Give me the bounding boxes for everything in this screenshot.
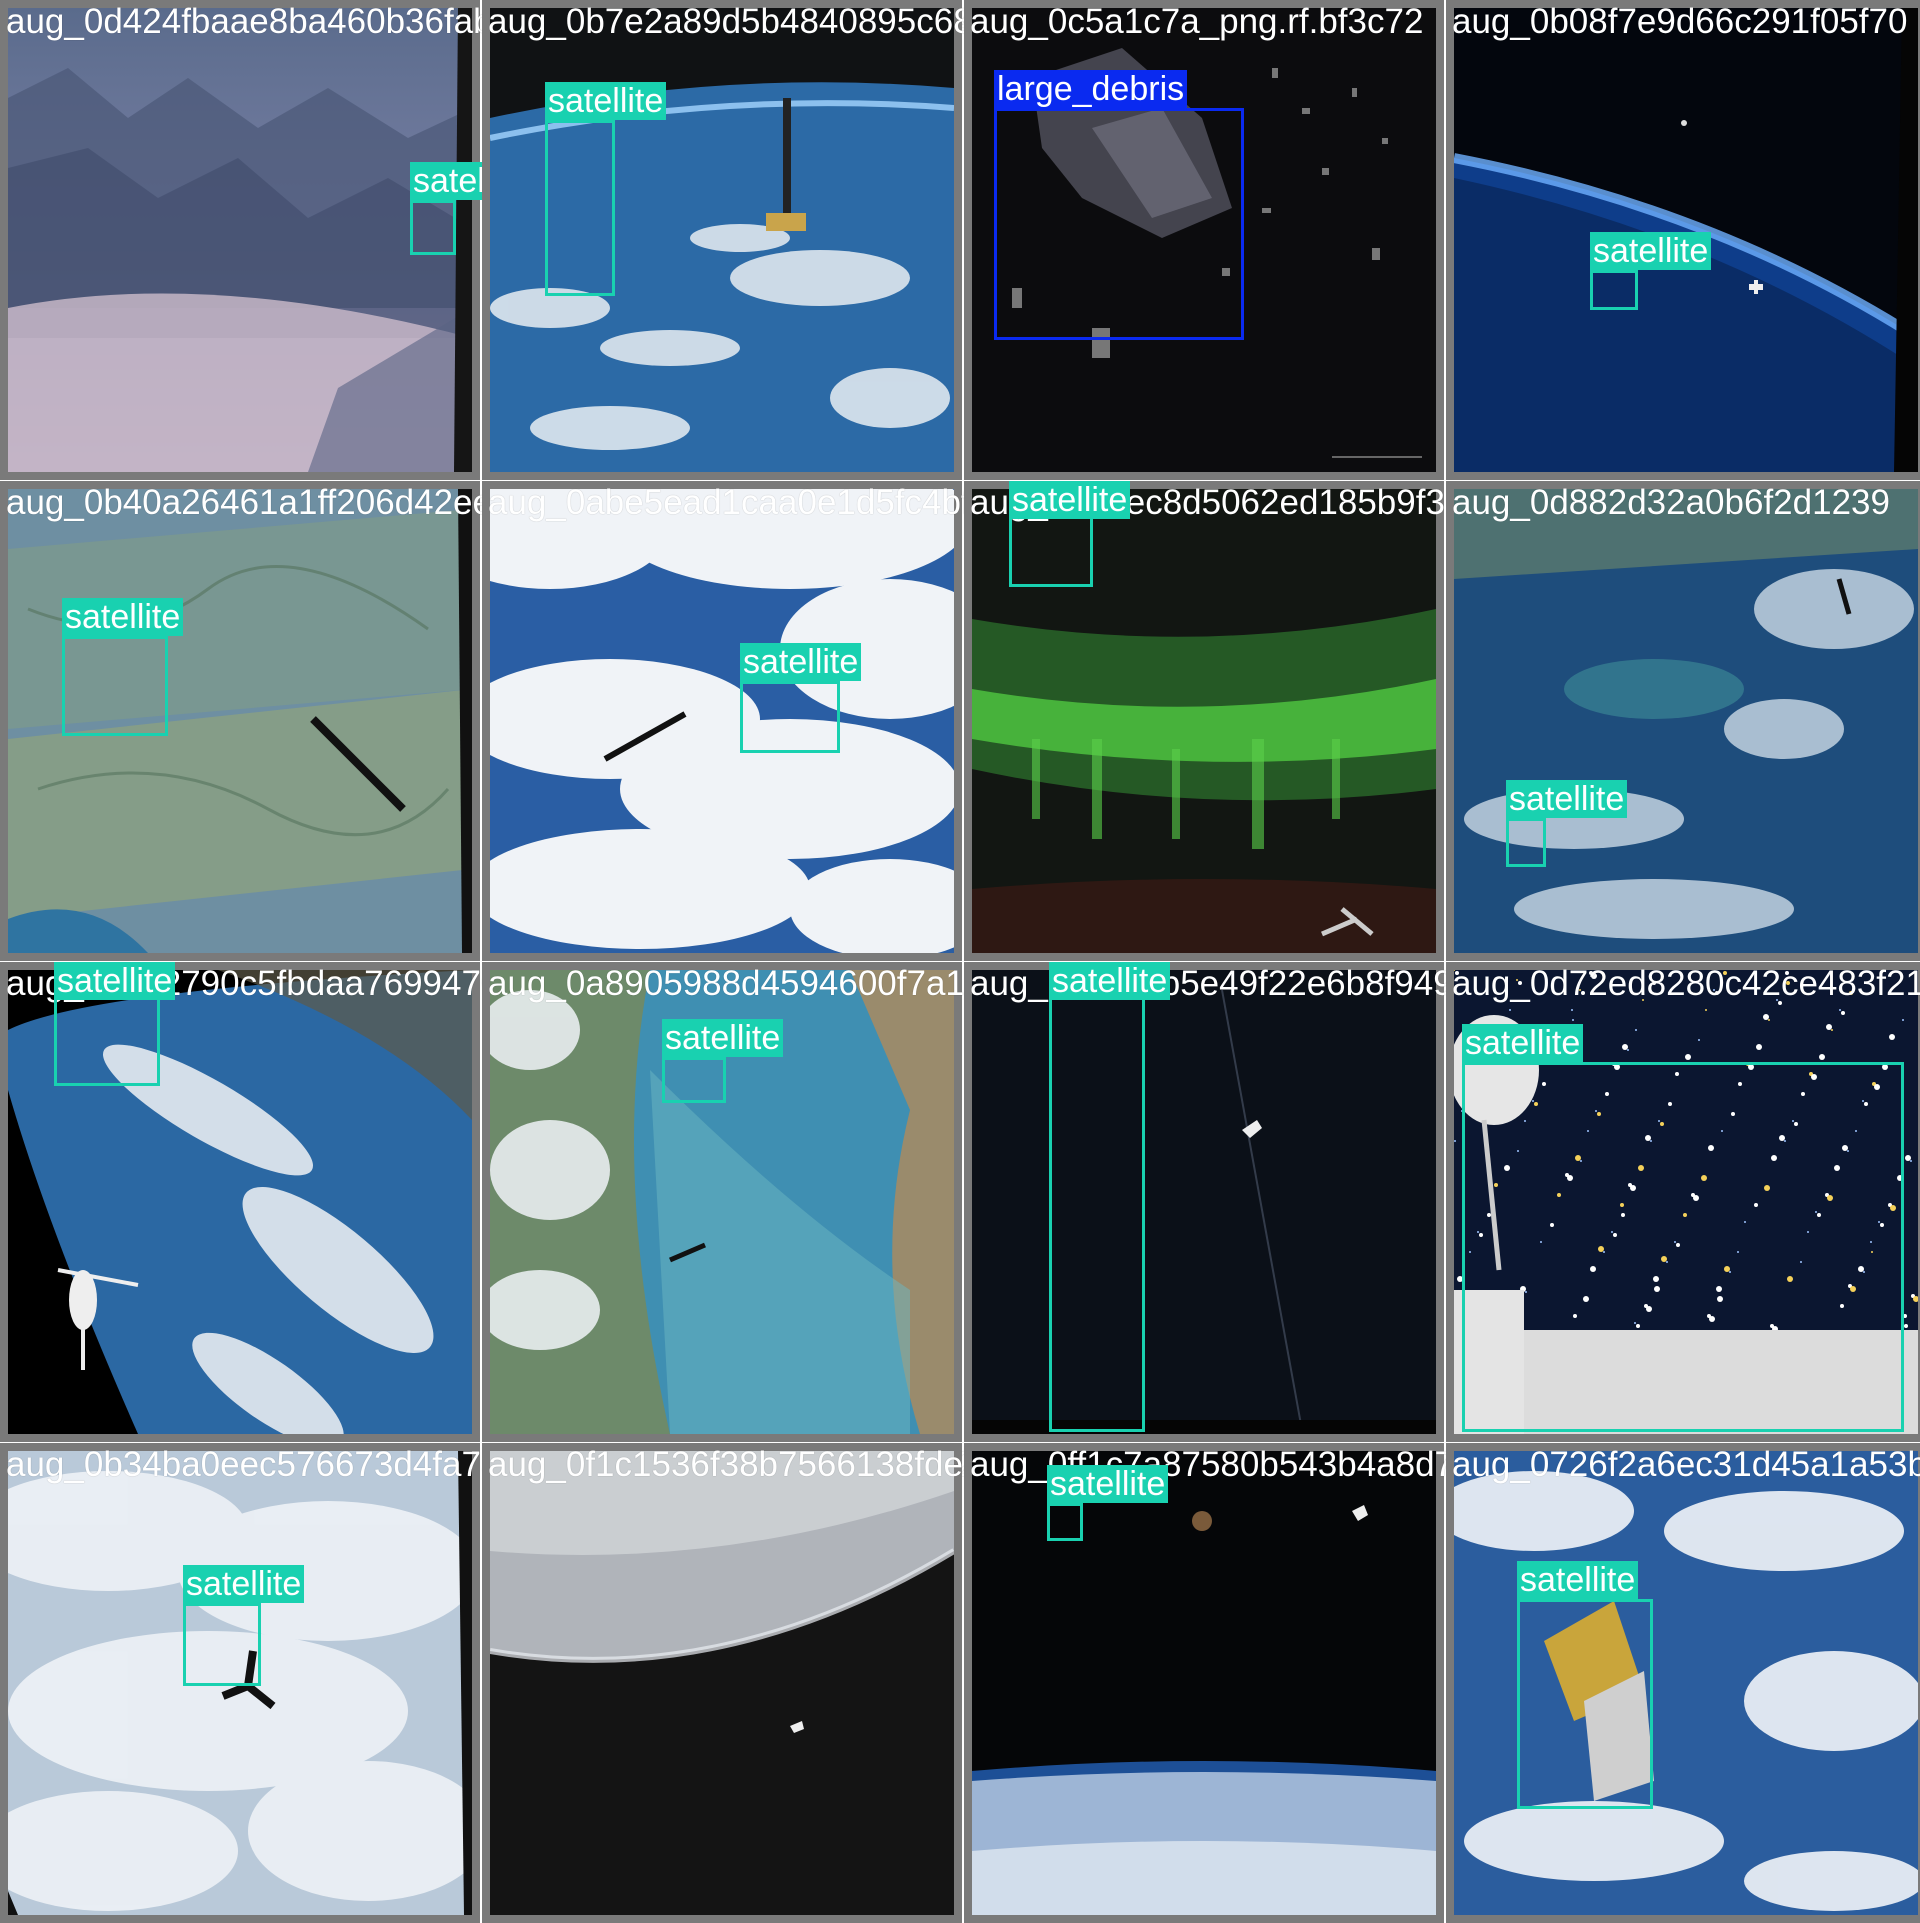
tile-photo — [490, 489, 954, 953]
bounding-box-label: satellite — [183, 1565, 305, 1603]
image-tile: aug_0b40a26461a1ff206d42eeb1abe5ead1caa0… — [0, 481, 887, 961]
image-tile: aug_0b7e2a89d5b4840895c687bb1643541c5.PN… — [482, 0, 1346, 480]
image-tile: aug_0b5e2790c5fbdaa7699470d0a8905988d459… — [0, 962, 880, 1442]
tile-frame — [0, 1443, 480, 1923]
image-tile: aug_0f1c1536f38b7566138fde802f9ff1c7a875… — [482, 1443, 1359, 1923]
image-tile: aug_0b08f7e9d66c291f05f70 satellite — [1446, 0, 1920, 480]
tile-photo — [8, 1451, 472, 1915]
tile-frame — [0, 0, 480, 480]
image-tile: aug_0a7bec8d5062ed185b9f397d882d32a0b6f2… — [964, 481, 1825, 961]
tile-photo — [8, 489, 472, 953]
tile-photo — [972, 1451, 1436, 1915]
image-tile: aug_0d882d32a0b6f2d1239 satellite — [1446, 481, 1920, 961]
bounding-box-label: satellite — [1049, 962, 1171, 1000]
tile-frame — [1446, 481, 1920, 961]
tile-photo — [8, 970, 472, 1434]
tile-frame — [1446, 1443, 1920, 1923]
bounding-box-label: satellite — [1517, 1561, 1639, 1599]
image-tile: aug_0c5a1c7a_png.rf.bf3c72 large_debris — [964, 0, 1444, 480]
tile-frame — [482, 481, 962, 961]
bounding-box-label: satellite — [1462, 1024, 1584, 1062]
image-tile: aug_0d72ed8280c42ce483f213 satellite — [1446, 962, 1920, 1442]
tile-photo — [972, 489, 1436, 953]
tile-photo — [8, 8, 472, 472]
bounding-box-label: satellite — [662, 1019, 784, 1057]
tile-frame — [0, 481, 480, 961]
image-tile: aug_0726f2a6ec31d45a1a53b satellite — [1446, 1443, 1920, 1923]
image-tile: aug_0d424fbaae8ba460b36fabe2a8954840895c… — [0, 0, 1176, 480]
image-tile: aug_0c88c5b5e49f22e6b8f9490d72ed8280c42c… — [964, 962, 1867, 1442]
image-tile: aug_0a8905988d4594600f7a1d5c88c5b5e49f22… — [482, 962, 1331, 1442]
tile-photo — [972, 970, 1436, 1434]
tile-photo — [1454, 1451, 1918, 1915]
bounding-box-label: satellite — [1047, 1465, 1169, 1503]
bounding-box-label: satellite — [1009, 481, 1131, 519]
mosaic-grid: aug_0d424fbaae8ba460b36fabe2a8954840895c… — [0, 0, 1920, 1923]
tile-photo — [490, 8, 954, 472]
tile-frame — [964, 1443, 1444, 1923]
tile-frame — [964, 962, 1444, 1442]
bounding-box-label: satellite — [545, 82, 667, 120]
bounding-box-label: satellite — [1506, 780, 1628, 818]
bounding-box-label: large_debris — [994, 70, 1188, 108]
image-tile: aug_0b34ba0eec576673d4fa7890f1c1536f38b7… — [0, 1443, 975, 1923]
tile-photo — [1454, 489, 1918, 953]
image-tile: aug_0abe5ead1caa0e1d5fc4bf1c2da7bec8d506… — [482, 481, 1405, 961]
tile-frame — [964, 481, 1444, 961]
tile-photo — [490, 1451, 954, 1915]
tile-frame — [482, 1443, 962, 1923]
bounding-box-label: satellite — [54, 962, 176, 1000]
bounding-box-label: satellite — [1590, 232, 1712, 270]
bounding-box-label: satellite — [740, 643, 862, 681]
tile-frame — [482, 0, 962, 480]
tile-frame — [0, 962, 480, 1442]
bounding-box-label: satellite — [62, 598, 184, 636]
image-tile: aug_0ff1c7a87580b543b4a8d726f2a6ec31d45a… — [964, 1443, 1812, 1923]
